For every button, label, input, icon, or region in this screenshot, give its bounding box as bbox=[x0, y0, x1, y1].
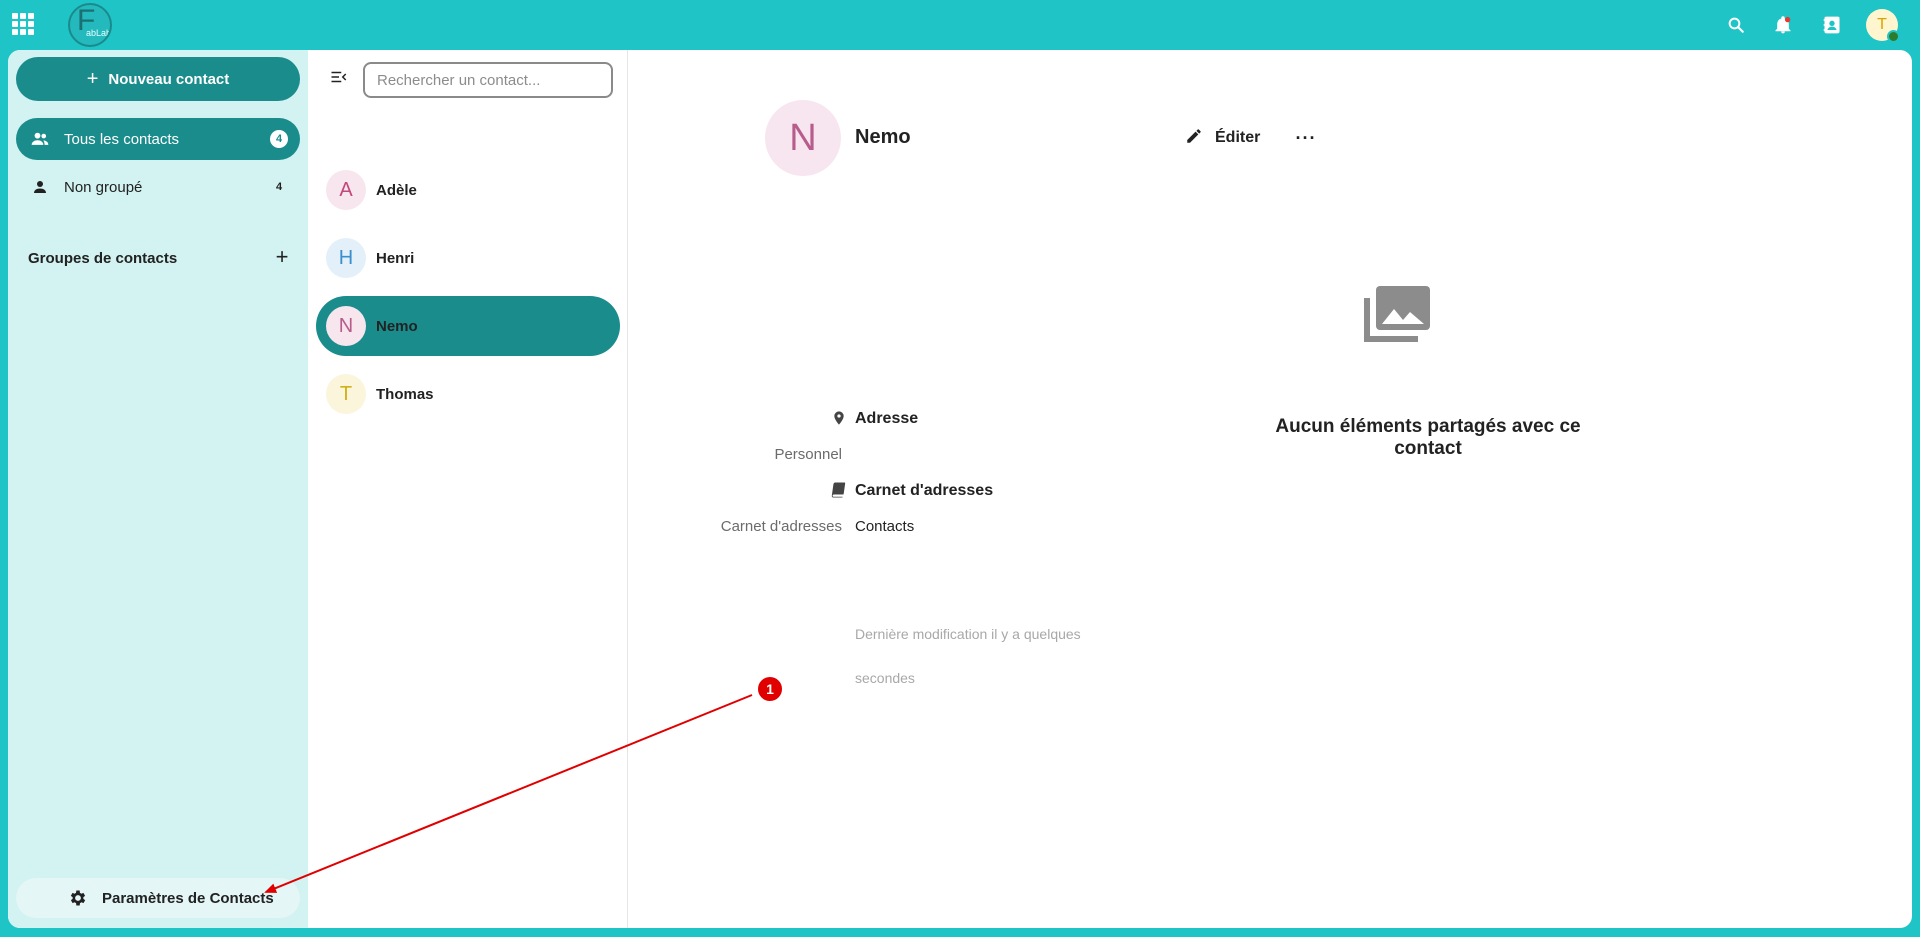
search-contacts-input[interactable] bbox=[363, 62, 613, 98]
user-avatar[interactable]: T bbox=[1866, 9, 1900, 43]
more-dots-icon: ··· bbox=[1295, 127, 1317, 148]
online-status-indicator bbox=[1887, 30, 1900, 43]
contact-groups-heading: Groupes de contacts bbox=[28, 250, 178, 267]
map-marker-icon bbox=[831, 409, 849, 427]
plus-icon: + bbox=[86, 68, 99, 90]
contact-name: Adèle bbox=[376, 181, 417, 199]
contact-item-nemo[interactable]: N Nemo bbox=[316, 296, 620, 356]
addressbook-select[interactable]: Contacts bbox=[855, 518, 914, 535]
address-section-title: Adresse bbox=[855, 410, 919, 427]
contact-detail-pane: N Nemo Éditer ··· Aucun éléments partagé… bbox=[628, 50, 1912, 928]
empty-shared-items-text: Aucun éléments partagés avec ce contact bbox=[1275, 416, 1581, 459]
group-people-icon bbox=[30, 129, 50, 149]
app-content: + Nouveau contact Tous les contacts 4 No… bbox=[8, 50, 1912, 928]
contacts-list-pane: A Adèle H Henri N Nemo T Thomas bbox=[308, 50, 628, 928]
person-icon bbox=[30, 177, 50, 197]
count-badge: 4 bbox=[275, 181, 283, 193]
pencil-icon bbox=[1185, 127, 1203, 150]
contact-name: Thomas bbox=[376, 385, 434, 403]
new-contact-button[interactable]: + Nouveau contact bbox=[16, 57, 300, 101]
contact-item-thomas[interactable]: T Thomas bbox=[316, 364, 620, 424]
contact-item-adele[interactable]: A Adèle bbox=[316, 160, 620, 220]
addressbook-section-title: Carnet d'adresses bbox=[855, 482, 994, 499]
add-group-button[interactable]: + bbox=[270, 246, 294, 270]
app-navigation: + Nouveau contact Tous les contacts 4 No… bbox=[8, 50, 308, 928]
contact-avatar: T bbox=[326, 374, 366, 414]
contact-item-henri[interactable]: H Henri bbox=[316, 228, 620, 288]
fablab-logo[interactable]: F abLab bbox=[68, 3, 112, 47]
search-icon[interactable] bbox=[1724, 13, 1748, 37]
contact-name: Nemo bbox=[376, 317, 418, 335]
annotation-step-badge: 1 bbox=[756, 675, 784, 703]
addressbook-label: Carnet d'adresses bbox=[720, 518, 842, 535]
contacts-settings-button[interactable]: Paramètres de Contacts bbox=[16, 878, 300, 918]
more-actions-button[interactable]: ··· bbox=[1292, 124, 1320, 152]
image-multiple-icon bbox=[1364, 286, 1430, 344]
top-bar: F abLab T bbox=[0, 0, 1920, 50]
book-icon bbox=[829, 481, 847, 499]
notifications-bell-icon[interactable] bbox=[1771, 13, 1795, 37]
edit-contact-button[interactable]: Éditer bbox=[1185, 124, 1260, 152]
contact-name: Henri bbox=[376, 249, 415, 267]
contact-avatar: N bbox=[326, 306, 366, 346]
nav-item-all-contacts[interactable]: Tous les contacts 4 bbox=[16, 118, 300, 160]
app-menu-icon[interactable] bbox=[12, 13, 34, 35]
contact-detail-avatar[interactable]: N bbox=[765, 100, 841, 176]
contact-detail-name: Nemo bbox=[855, 126, 911, 148]
gear-icon bbox=[68, 888, 88, 908]
contacts-app-icon[interactable] bbox=[1820, 13, 1844, 37]
count-badge: 4 bbox=[270, 130, 288, 148]
address-type-label: Personnel bbox=[774, 446, 842, 463]
last-modified-text: Dernière modification il y a quelques se… bbox=[855, 626, 1081, 686]
contact-avatar: A bbox=[326, 170, 366, 210]
nav-item-ungrouped[interactable]: Non groupé 4 bbox=[16, 166, 300, 208]
contact-avatar: H bbox=[326, 238, 366, 278]
toggle-navigation-icon[interactable] bbox=[330, 68, 352, 90]
